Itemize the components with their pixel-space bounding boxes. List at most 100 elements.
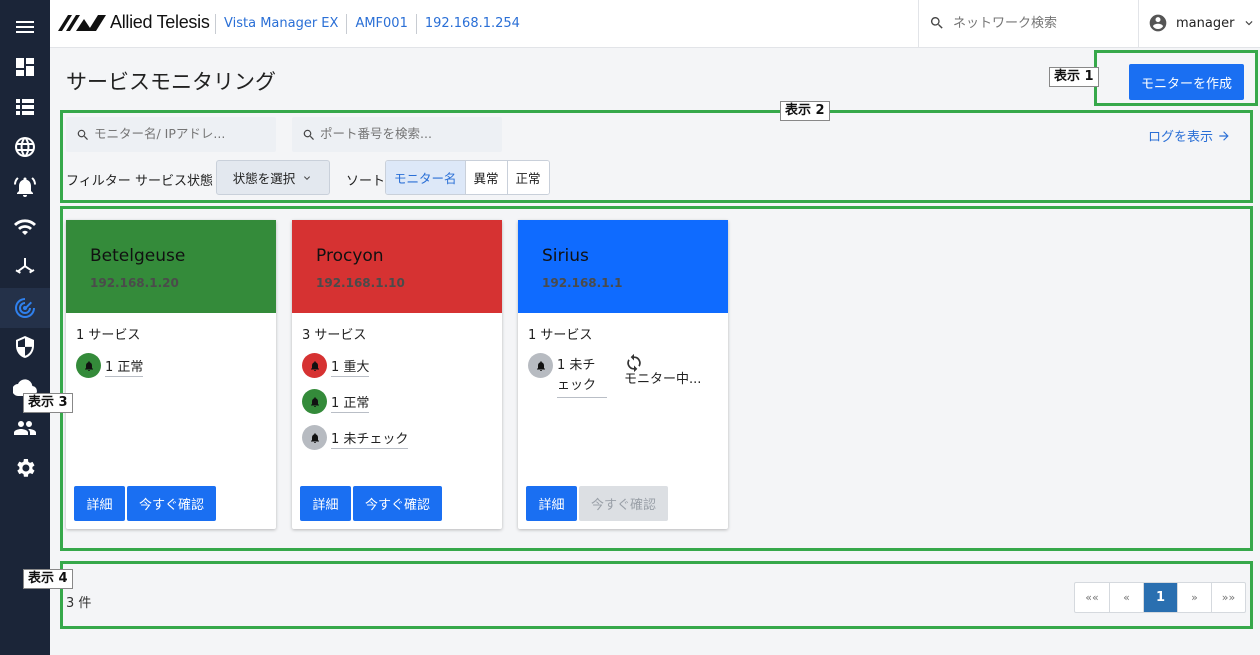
result-count: 3 件 [66, 596, 92, 611]
breadcrumb-product[interactable]: Vista Manager EX [215, 14, 346, 34]
brand-name: Allied Telesis [110, 12, 210, 32]
create-monitor-button[interactable]: モニターを作成 [1129, 64, 1244, 100]
detail-button[interactable]: 詳細 [74, 486, 125, 521]
service-count: 1 サービス [528, 328, 593, 343]
monitor-name: Procyon [316, 246, 384, 266]
alarm-icon [310, 360, 319, 371]
show-logs-label: ログを表示 [1148, 130, 1214, 145]
monitor-name: Betelgeuse [90, 246, 186, 266]
monitor-ip: 192.168.1.1 [542, 276, 623, 290]
annotation-label-3: 表示 3 [23, 393, 73, 413]
dashboard-icon [16, 58, 34, 76]
sidebar-menu-button[interactable] [0, 7, 50, 47]
prev-page-button[interactable]: « [1109, 583, 1143, 612]
sidebar-item-users[interactable] [0, 408, 50, 448]
allied-telesis-logo-icon [58, 14, 106, 31]
sidebar-item-dashboard[interactable] [0, 47, 50, 87]
brand-logo[interactable]: Allied Telesis [58, 12, 210, 33]
monitor-name: Sirius [542, 246, 589, 266]
monitor-card: Sirius 192.168.1.1 1 サービス 1 未チェック モニター中.… [518, 220, 728, 529]
status-dot [302, 389, 327, 414]
alarm-icon [536, 360, 545, 371]
monitor-card: Betelgeuse 192.168.1.20 1 サービス 1 正常 詳細 今… [66, 220, 276, 529]
annotation-label-1: 表示 1 [1049, 67, 1099, 87]
sidebar-item-security[interactable] [0, 327, 50, 367]
page-title: サービスモニタリング [66, 70, 276, 94]
next-page-button[interactable]: » [1177, 583, 1211, 612]
annotation-label-2: 表示 2 [780, 101, 830, 121]
sidebar-item-settings[interactable] [0, 448, 50, 488]
monitor-ip: 192.168.1.20 [90, 276, 179, 290]
status-item[interactable]: 1 重大 [302, 353, 370, 378]
status-dot [302, 425, 327, 450]
users-icon [14, 421, 36, 435]
status-dot [302, 353, 327, 378]
status-dot [528, 353, 553, 378]
check-now-button[interactable]: 今すぐ確認 [353, 486, 442, 521]
monitor-card: Procyon 192.168.1.10 3 サービス 1 重大 1 正常 1 … [292, 220, 502, 529]
sort-by-name-button[interactable]: モニター名 [386, 161, 465, 194]
sidebar-item-alarms[interactable] [0, 167, 50, 207]
sidebar-item-wireless[interactable] [0, 207, 50, 247]
status-dot [76, 353, 101, 378]
monitor-search-input[interactable] [94, 126, 264, 141]
sidebar [0, 0, 50, 655]
chevron-down-icon [304, 175, 311, 180]
last-page-button[interactable]: »» [1211, 583, 1245, 612]
status-select-value: 状態を選択 [232, 171, 296, 186]
status-select[interactable]: 状態を選択 [216, 160, 330, 195]
first-page-button[interactable]: «« [1075, 583, 1109, 612]
breadcrumb-area[interactable]: AMF001 [346, 14, 415, 34]
sidebar-item-topology[interactable] [0, 247, 50, 287]
show-logs-link[interactable]: ログを表示 [1148, 126, 1231, 145]
annotation-label-4: 表示 4 [23, 569, 73, 589]
detail-button[interactable]: 詳細 [526, 486, 577, 521]
breadcrumb: Vista Manager EX AMF001 192.168.1.254 [215, 14, 528, 34]
monitor-ip: 192.168.1.10 [316, 276, 405, 290]
card-header[interactable]: Sirius 192.168.1.1 [518, 220, 728, 313]
detail-button[interactable]: 詳細 [300, 486, 351, 521]
card-header[interactable]: Betelgeuse 192.168.1.20 [66, 220, 276, 313]
search-icon [77, 129, 88, 140]
network-search-input[interactable] [953, 12, 1133, 34]
status-item[interactable]: 1 未チェック [302, 425, 409, 450]
sidebar-item-list[interactable] [0, 87, 50, 127]
status-item[interactable]: 1 正常 [302, 389, 370, 414]
globe-icon [15, 137, 35, 157]
monitor-search [66, 117, 276, 152]
check-now-button[interactable]: 今すぐ確認 [127, 486, 216, 521]
sync-icon [627, 353, 641, 373]
status-label: 1 未チェック [557, 356, 607, 398]
sidebar-item-globe[interactable] [0, 127, 50, 167]
sort-by-abnormal-button[interactable]: 異常 [464, 161, 507, 194]
status-label: 1 重大 [331, 356, 370, 377]
search-icon [930, 17, 943, 29]
monitoring-icon [15, 298, 35, 318]
monitoring-text: モニター中... [624, 372, 702, 387]
status-label: 1 正常 [331, 392, 370, 413]
chevron-down-icon [1245, 21, 1253, 26]
port-search-input[interactable] [320, 126, 490, 141]
filter-label: フィルター [66, 174, 131, 189]
alarm-icon [310, 396, 319, 407]
sort-label: ソート [346, 174, 386, 189]
top-bar: Allied Telesis Vista Manager EX AMF001 1… [50, 0, 1260, 48]
breadcrumb-ip[interactable]: 192.168.1.254 [415, 14, 528, 34]
list-icon [16, 99, 34, 115]
sidebar-item-service-monitoring[interactable] [0, 288, 50, 328]
service-status-label: サービス状態 [135, 174, 214, 189]
status-item[interactable]: 1 正常 [76, 353, 144, 378]
network-topology-icon [15, 258, 35, 274]
user-menu[interactable]: manager [1148, 13, 1256, 33]
sort-by-normal-button[interactable]: 正常 [506, 161, 549, 194]
account-icon [1149, 14, 1167, 32]
page-1-button[interactable]: 1 [1143, 583, 1177, 612]
settings-icon [17, 459, 35, 477]
pagination: «« « 1 » »» [1074, 582, 1246, 613]
alarm-icon [14, 177, 36, 197]
user-name: manager [1176, 15, 1235, 31]
status-item[interactable]: 1 未チェック [528, 353, 608, 398]
check-now-button: 今すぐ確認 [579, 486, 668, 521]
card-header[interactable]: Procyon 192.168.1.10 [292, 220, 502, 313]
alarm-icon [310, 432, 319, 443]
